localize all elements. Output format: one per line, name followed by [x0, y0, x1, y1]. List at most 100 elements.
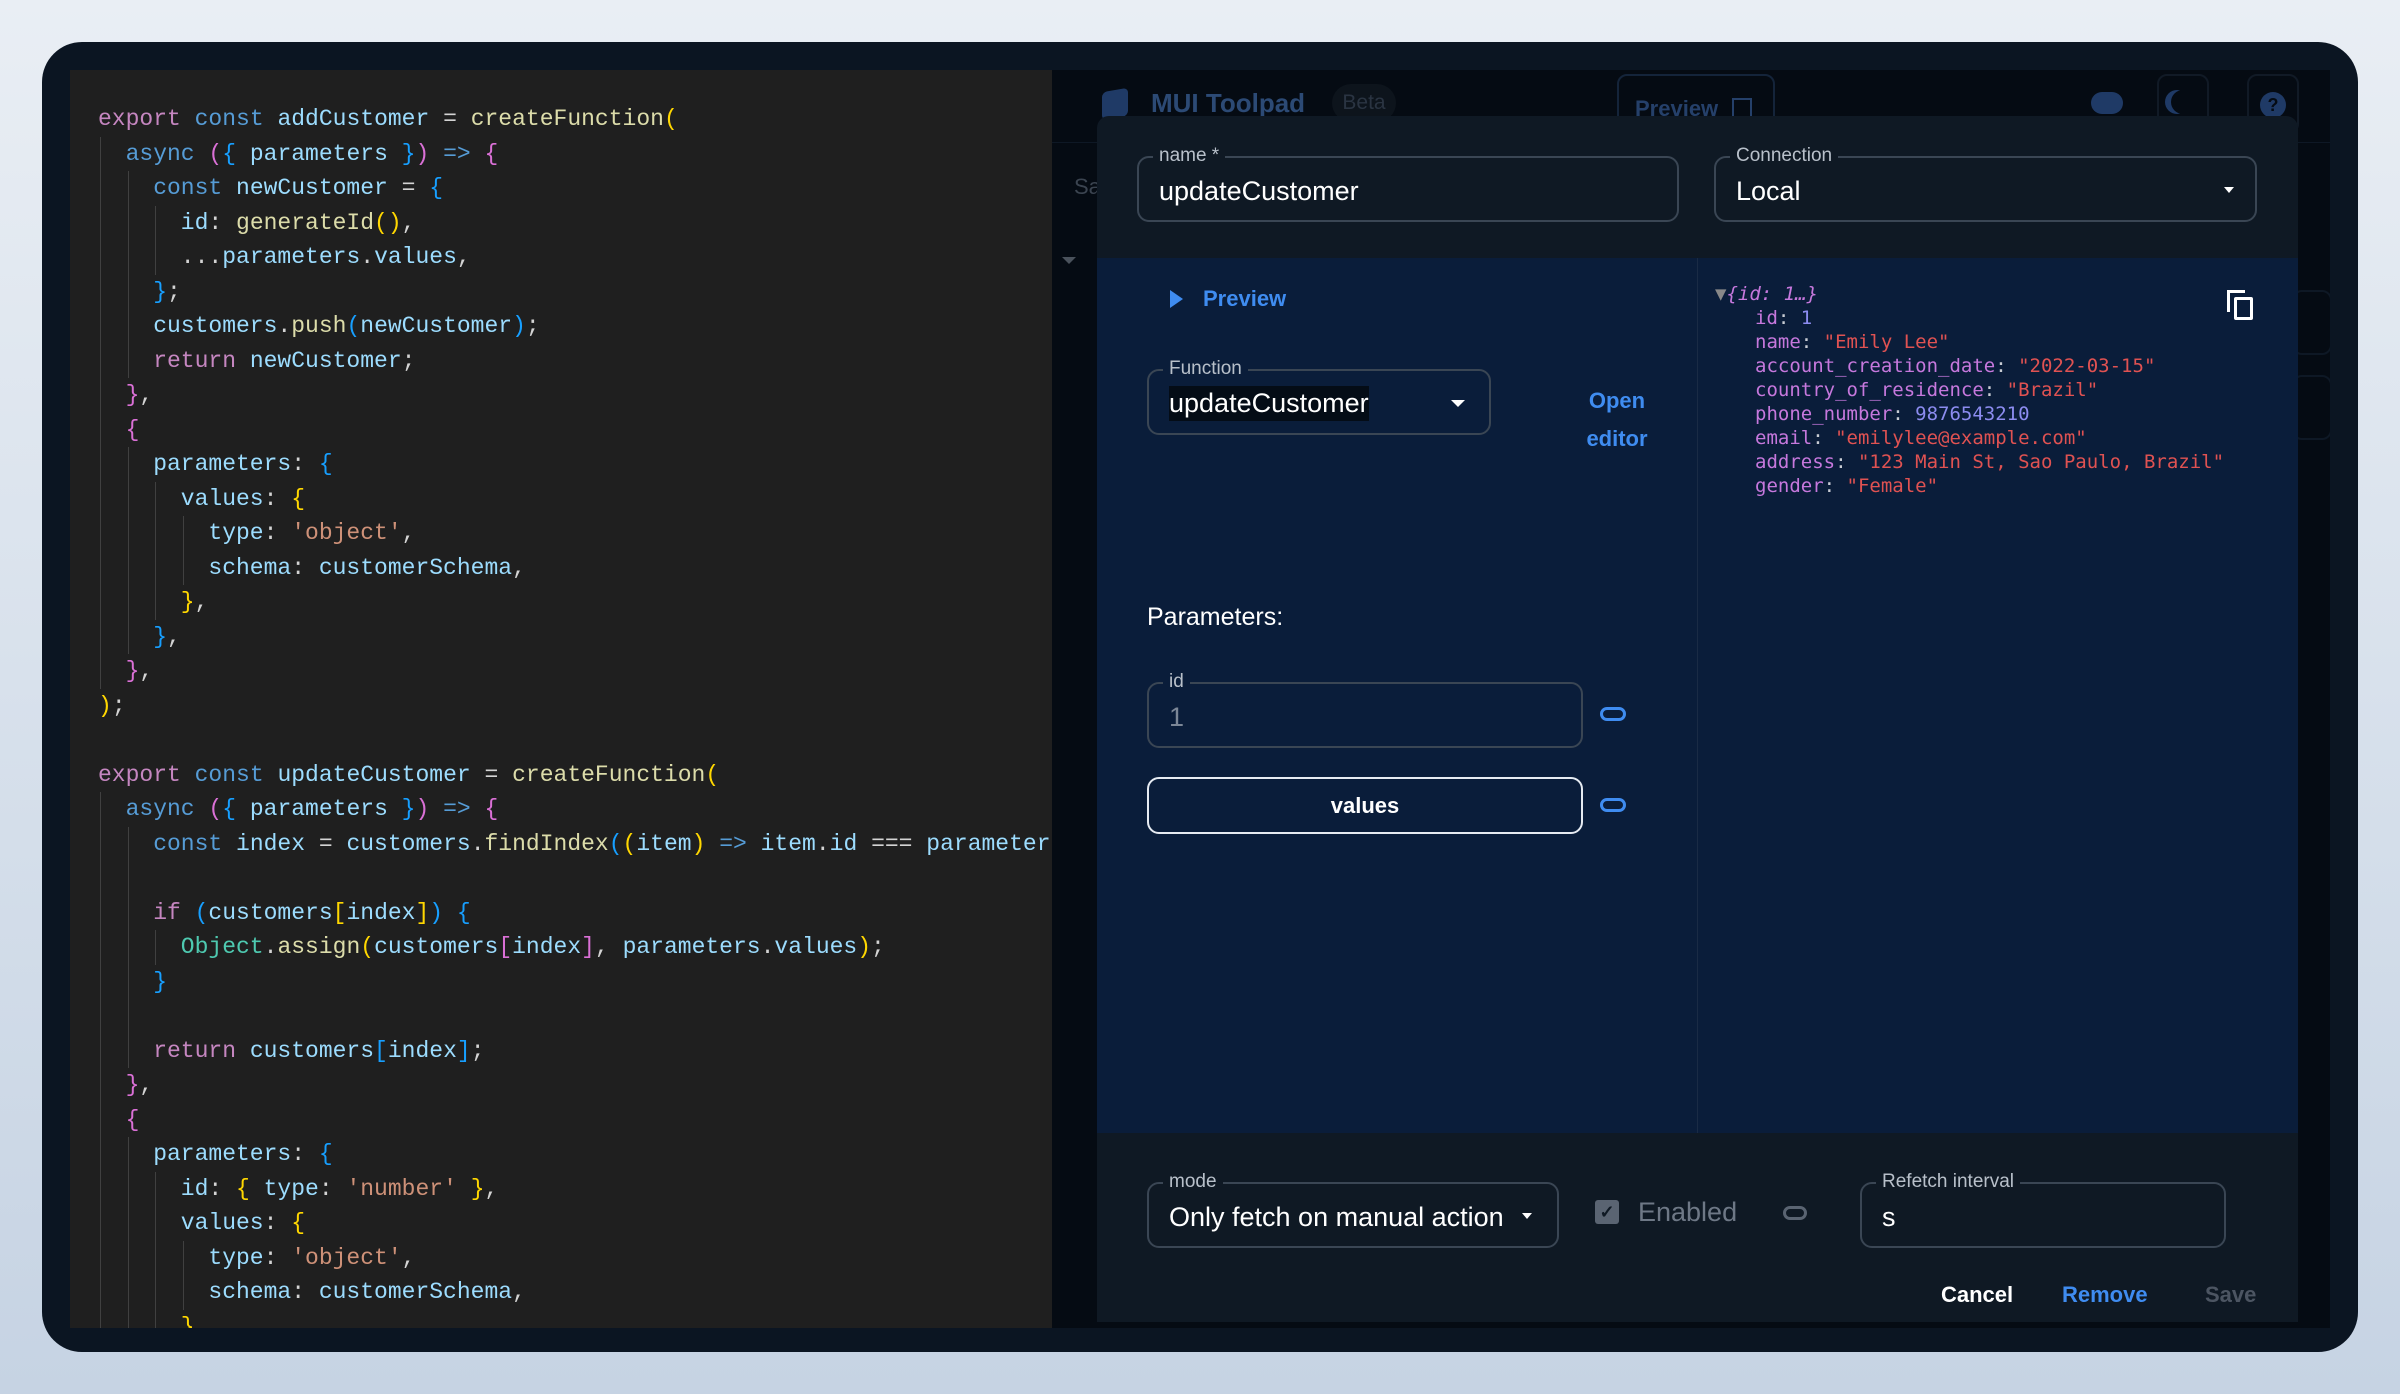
- link-off-icon[interactable]: [1783, 1206, 1807, 1220]
- json-colon: :: [1892, 403, 1916, 425]
- indent-guide: [127, 274, 129, 309]
- json-field-country-of-residence: country_of_residence: "Brazil": [1755, 378, 2098, 402]
- code-token: (: [208, 796, 223, 822]
- indent-guide: [127, 171, 129, 206]
- copy-icon[interactable]: [2227, 290, 2257, 320]
- code-token: :: [263, 485, 292, 512]
- cloud-check-icon[interactable]: [2091, 92, 2123, 114]
- mode-select[interactable]: mode Only fetch on manual action: [1147, 1172, 1559, 1248]
- code-token: newCustomer: [249, 347, 402, 374]
- code-token: (: [360, 934, 375, 960]
- code-token: :: [291, 1141, 319, 1167]
- code-line: ...parameters.values,: [181, 240, 471, 275]
- code-token: id: [829, 830, 872, 857]
- code-token: type: [263, 1175, 319, 1202]
- id-value: 1: [1169, 702, 1185, 732]
- indent-guide: [100, 205, 101, 240]
- connection-value: Local: [1736, 176, 1801, 206]
- code-token: ]: [456, 1037, 471, 1064]
- code-token: async: [125, 140, 209, 167]
- indent-guide: [127, 240, 129, 275]
- code-token: 'number': [346, 1175, 471, 1202]
- code-token: {: [125, 1106, 140, 1133]
- code-token: =: [318, 830, 347, 857]
- code-token: return: [153, 347, 250, 374]
- values-button[interactable]: values: [1147, 777, 1583, 834]
- code-token: customerSchema: [318, 554, 513, 581]
- indent-guide: [100, 481, 101, 516]
- code-token: {: [429, 175, 444, 201]
- code-token: schema: [208, 1279, 292, 1305]
- code-token: item: [760, 830, 816, 857]
- code-token: customers: [153, 313, 278, 339]
- code-token: [: [498, 934, 513, 960]
- open-editor-link[interactable]: Open editor: [1567, 382, 1667, 458]
- json-field-id: id: 1: [1755, 306, 1812, 330]
- refetch-interval-field[interactable]: Refetch interval s: [1860, 1172, 2226, 1248]
- code-token: index: [387, 1037, 457, 1064]
- save-button: Save: [2205, 1282, 2257, 1307]
- enabled-checkbox[interactable]: ✓: [1595, 1200, 1619, 1224]
- code-token: parameter: [926, 830, 1051, 857]
- play-icon: [1170, 290, 1183, 308]
- code-token: (: [194, 899, 209, 926]
- indent-guide: [127, 1240, 129, 1275]
- indent-guide: [127, 343, 129, 378]
- code-token: {: [291, 485, 306, 512]
- code-token: =>: [443, 796, 485, 822]
- json-field-phone-number: phone_number: 9876543210: [1755, 402, 2030, 426]
- json-summary[interactable]: ▼{id: 1…}: [1715, 282, 1818, 306]
- code-token: ,: [512, 554, 526, 581]
- code-line: type: 'object',: [208, 516, 415, 551]
- indent-guide: [155, 1240, 157, 1275]
- code-token: ,: [167, 623, 181, 650]
- indent-guide: [100, 826, 101, 861]
- code-token: push: [291, 313, 347, 339]
- id-bind-link-icon[interactable]: [1600, 707, 1626, 721]
- code-line: },: [126, 378, 154, 413]
- code-token: if: [153, 899, 195, 926]
- collapse-caret-icon[interactable]: [1062, 257, 1076, 264]
- preview-toggle[interactable]: Preview: [1170, 286, 1286, 312]
- function-select[interactable]: Function updateCustomer: [1147, 359, 1491, 435]
- cancel-button[interactable]: Cancel: [1941, 1282, 2013, 1308]
- code-token: export: [98, 106, 195, 132]
- code-token: const: [194, 761, 278, 788]
- json-field-email: email: "emilylee@example.com": [1755, 426, 2087, 450]
- code-token: .: [277, 313, 292, 339]
- json-colon: :: [1800, 331, 1824, 353]
- indent-guide: [100, 1240, 101, 1275]
- indent-guide: [100, 274, 101, 309]
- code-token: =>: [443, 140, 485, 167]
- indent-guide: [100, 1309, 101, 1328]
- indent-guide: [127, 861, 129, 896]
- indent-guide: [100, 654, 101, 689]
- id-field[interactable]: id 1: [1147, 672, 1583, 748]
- indent-guide: [155, 240, 157, 275]
- code-token: values: [180, 1210, 264, 1236]
- name-field[interactable]: name * updateCustomer: [1137, 146, 1679, 222]
- json-key: address: [1755, 451, 1836, 473]
- json-value: "123 Main St, Sao Paulo, Brazil": [1857, 451, 2225, 473]
- open-editor-line2: editor: [1586, 426, 1648, 451]
- code-token: ,: [194, 589, 209, 615]
- indent-guide: [182, 516, 184, 551]
- code-editor[interactable]: export const addCustomer = createFunctio…: [70, 70, 1052, 1328]
- code-token: createFunction: [512, 761, 706, 788]
- indent-guide: [155, 585, 157, 620]
- remove-button[interactable]: Remove: [2062, 1282, 2148, 1308]
- code-token: ]: [581, 934, 595, 960]
- code-token: }: [125, 1072, 140, 1098]
- code-line: id: generateId(),: [181, 206, 416, 241]
- json-field-address: address: "123 Main St, Sao Paulo, Brazil…: [1755, 450, 2224, 474]
- code-token: index: [512, 934, 582, 960]
- json-key: account_creation_date: [1755, 355, 1996, 377]
- values-bind-link-icon[interactable]: [1600, 798, 1626, 812]
- code-token: ]: [415, 899, 430, 926]
- code-token: Object: [180, 934, 264, 960]
- code-line: schema: customerSchema,: [208, 1275, 525, 1310]
- indent-guide: [155, 516, 157, 551]
- code-token: parameters: [622, 934, 761, 960]
- code-token: {: [456, 899, 471, 926]
- connection-select[interactable]: Connection Local: [1714, 146, 2257, 222]
